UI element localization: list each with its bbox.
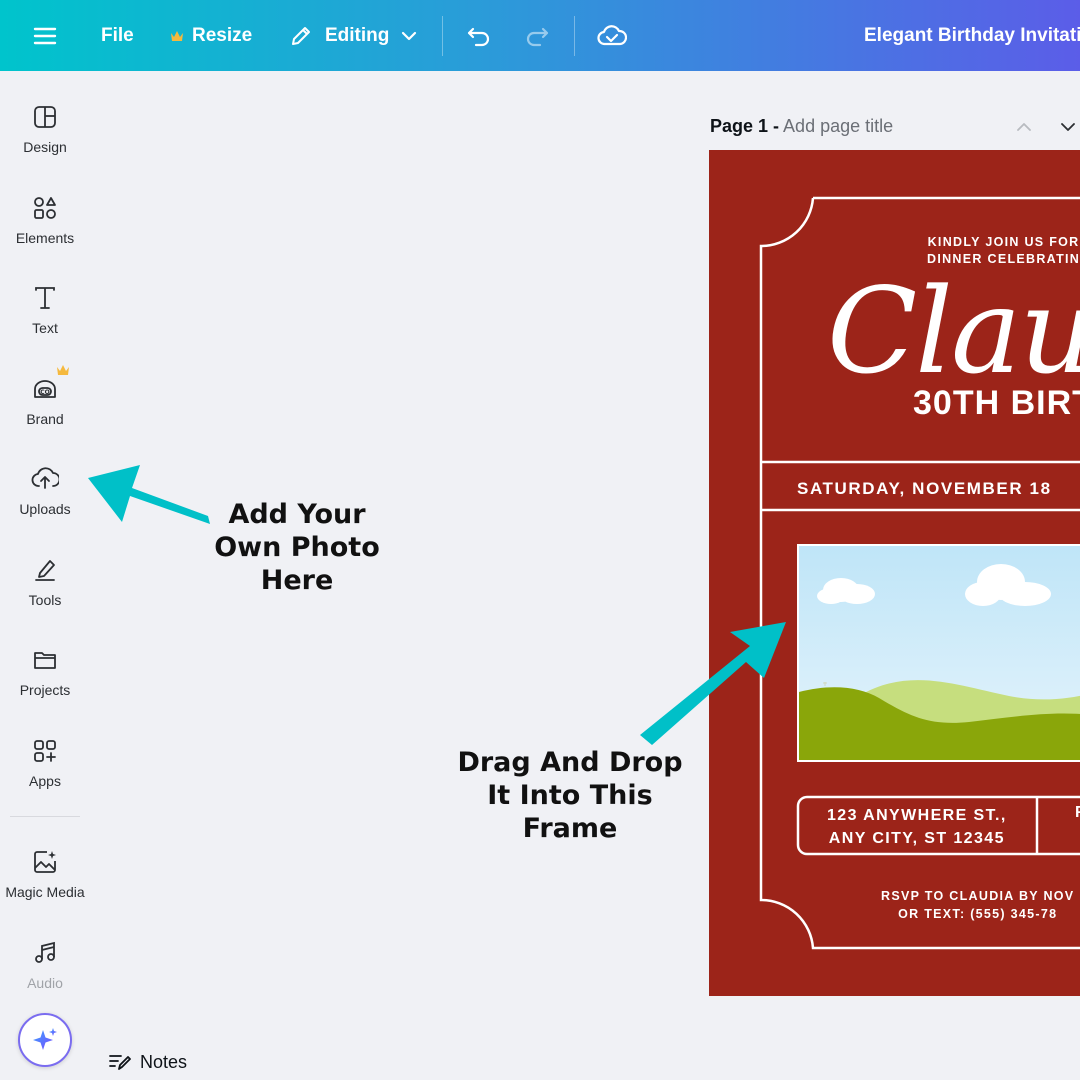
design-icon [32,97,58,137]
apps-icon [32,731,58,771]
sidebar-item-label: Text [32,320,58,336]
rsvp-line-2: OR TEXT: (555) 345-78 [898,907,1058,921]
design-canvas[interactable]: KINDLY JOIN US FOR DINNER CELEBRATIN Cla… [709,150,1080,996]
magic-assistant-button[interactable] [18,1013,72,1067]
sidebar-item-uploads[interactable]: Uploads [0,459,90,543]
undo-icon [467,27,490,46]
sidebar-item-label: Projects [19,682,71,698]
sidebar-item-design[interactable]: Design [0,97,90,181]
address-line-2: ANY CITY, ST 12345 [828,830,1005,847]
frame-tip-line: It Into This [487,780,653,811]
pencil-icon [289,24,313,48]
uploads-arrow [88,465,210,524]
notes-button[interactable]: Notes [108,1049,187,1075]
menu-icon[interactable] [33,0,57,71]
chevron-down-icon [401,31,417,41]
tools-icon [32,550,58,590]
toolbar-divider [442,16,443,56]
frame-tip-callout: Drag And Drop It Into This Frame [455,746,685,845]
editing-mode-dropdown[interactable]: Editing [289,0,417,71]
page-header: Page 1 - Add page title [710,116,893,137]
sidebar-divider [10,816,80,817]
left-sidebar: Design Elements Text CO Brand Uploads To… [0,71,90,1080]
photo-frame-placeholder[interactable] [797,544,1080,762]
top-toolbar: File Resize Editing Elegant Birthday Inv… [0,0,1080,71]
sidebar-item-brand[interactable]: CO Brand [0,365,90,453]
undo-button[interactable] [466,0,492,71]
sidebar-item-label: Elements [15,230,75,246]
invitation-occasion[interactable]: 30TH BIRT [913,384,1080,423]
crown-icon [56,363,70,381]
editing-label: Editing [325,24,390,46]
redo-icon [526,27,549,46]
uploads-tip-line: Here [260,565,334,596]
text-icon [33,278,57,318]
sparkle-icon [33,1028,57,1050]
uploads-icon [31,459,59,499]
toolbar-divider [574,16,575,56]
cloud-saved-button[interactable] [597,0,627,71]
rsvp-line-1: RSVP TO CLAUDIA BY NOV [881,889,1075,903]
sidebar-item-label: Uploads [19,501,71,517]
page-up-button[interactable] [1011,114,1037,140]
invitation-rsvp[interactable]: RSVP TO CLAUDIA BY NOV OR TEXT: (555) 34… [881,887,1074,923]
uploads-tip-line: Add Your [228,499,366,530]
sidebar-item-tools[interactable]: Tools [0,550,90,634]
uploads-tip-line: Own Photo [214,532,380,563]
page-down-button[interactable] [1055,114,1080,140]
chevron-up-icon [1017,123,1031,131]
audio-icon [32,933,58,973]
notes-icon [109,1055,131,1070]
resize-label: Resize [192,24,253,46]
frame-tip-line: Frame [522,813,618,844]
chevron-down-icon [1061,123,1075,131]
projects-icon [32,640,58,680]
sidebar-item-label: Design [23,139,67,155]
page-title-input[interactable]: Add page title [783,116,893,136]
sidebar-item-elements[interactable]: Elements [0,188,90,272]
uploads-tip-callout: Add Your Own Photo Here [212,498,382,597]
document-title[interactable]: Elegant Birthday Invitatio [864,0,1080,71]
intro-line-1: KINDLY JOIN US FOR [927,235,1080,249]
magic-media-icon [32,842,58,882]
frame-tip-line: Drag And Drop [457,747,683,778]
sidebar-item-label: Audio [27,975,63,991]
invitation-date[interactable]: SATURDAY, NOVEMBER 18 [797,479,1052,499]
sidebar-item-text[interactable]: Text [0,278,90,362]
landscape-placeholder-image [799,546,1080,760]
brand-icon: CO [32,365,69,409]
resize-button[interactable]: Resize [170,0,252,71]
sidebar-item-label: Tools [28,592,62,608]
invitation-address-right[interactable]: F [1075,804,1080,822]
sidebar-item-magic-media[interactable]: Magic Media [0,842,90,926]
file-menu-button[interactable]: File [101,0,134,71]
sidebar-item-label: Apps [29,773,61,789]
sidebar-item-label: Magic Media [5,884,85,900]
sidebar-item-projects[interactable]: Projects [0,640,90,724]
redo-button[interactable] [524,0,550,71]
sidebar-item-apps[interactable]: Apps [0,731,90,815]
elements-icon [32,188,58,228]
sidebar-item-label: Brand [26,411,64,427]
svg-text:CO: CO [40,389,50,396]
invitation-address[interactable]: 123 ANYWHERE ST., ANY CITY, ST 12345 [827,804,1007,850]
cloud-check-icon [597,24,627,45]
page-number: Page 1 - [710,116,780,136]
address-line-1: 123 ANYWHERE ST., [827,807,1007,824]
crown-icon [170,30,184,42]
invitation-name[interactable]: Claudi [827,272,1080,390]
sidebar-item-audio[interactable]: Audio [0,933,90,1017]
notes-label: Notes [140,1051,188,1072]
